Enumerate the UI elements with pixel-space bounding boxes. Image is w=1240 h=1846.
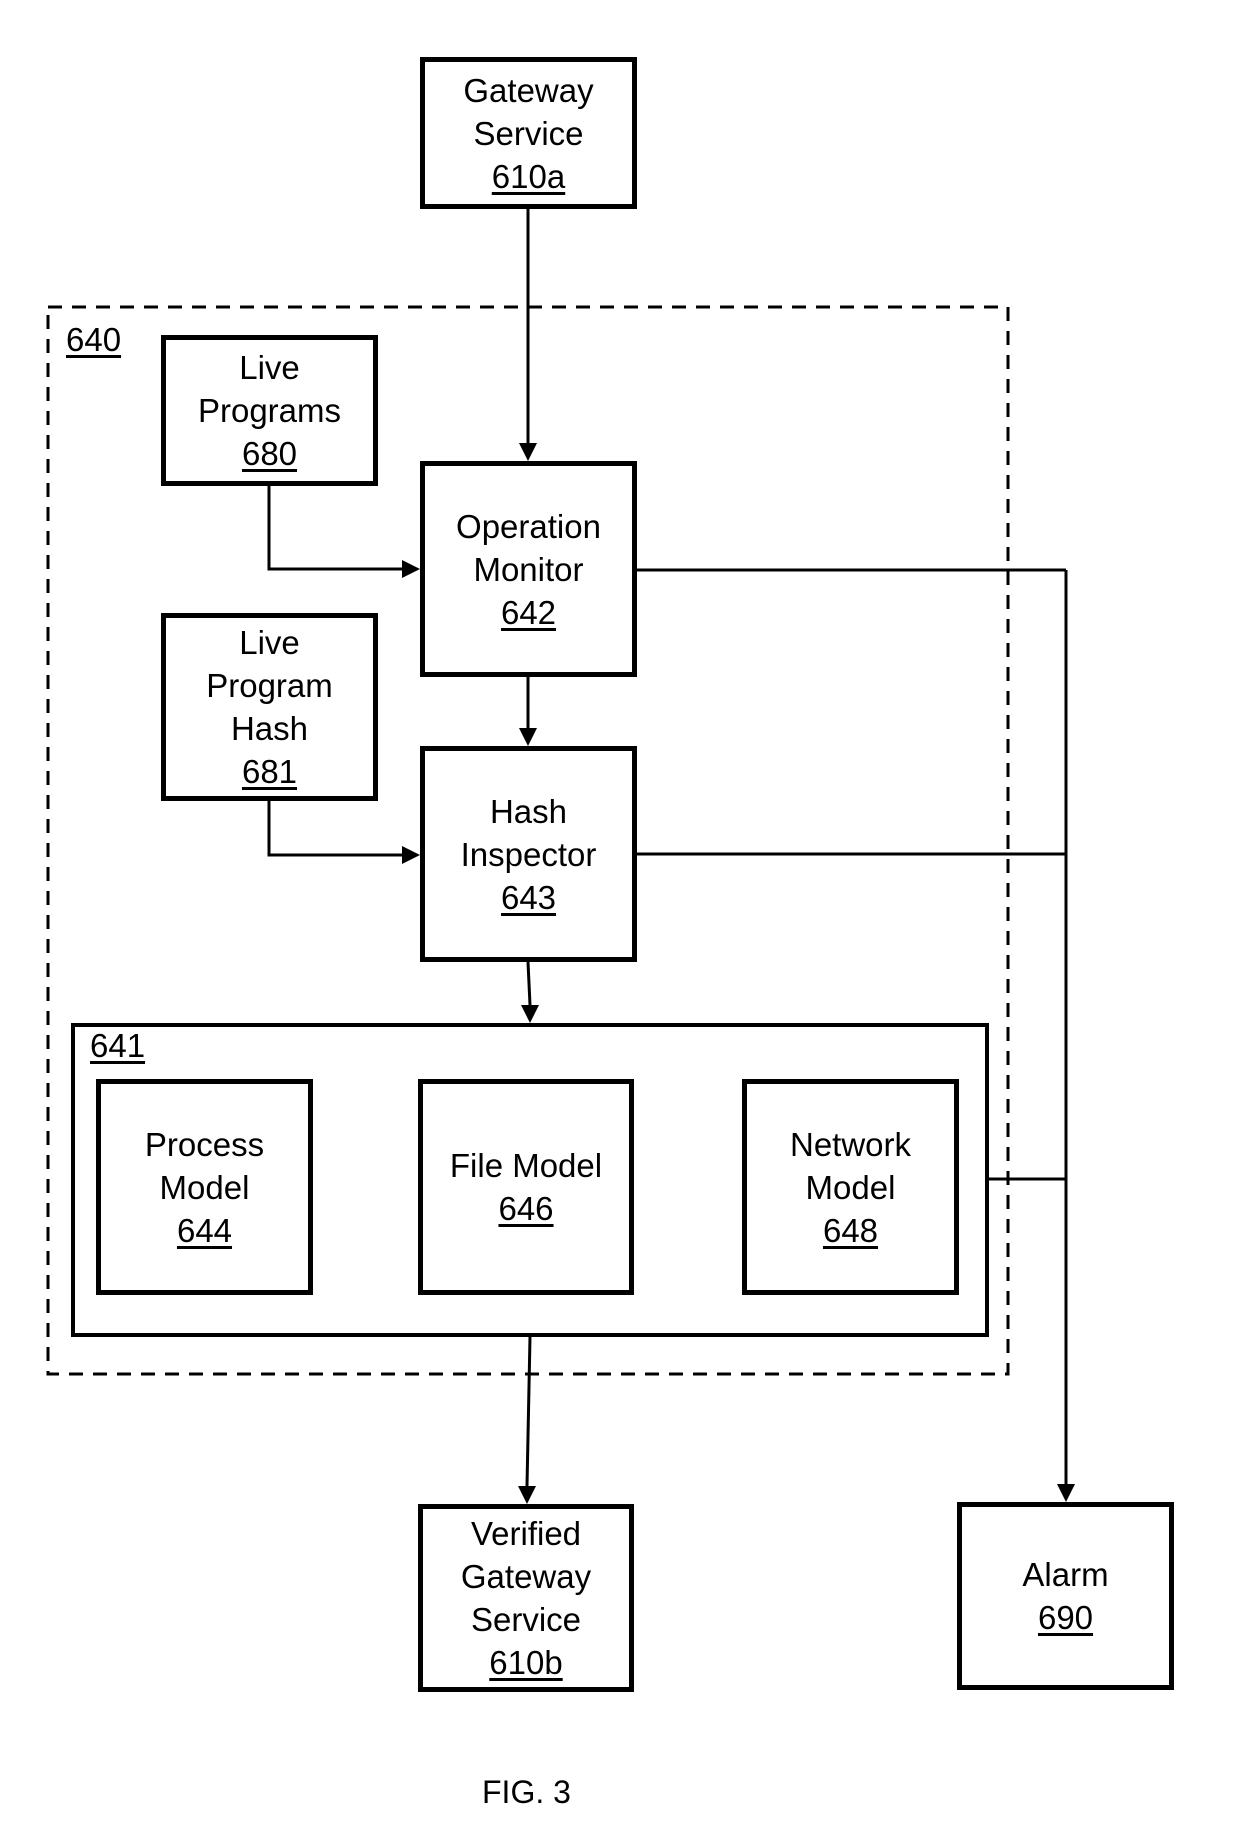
block-label-line: Service [470, 1601, 582, 1638]
block-ref-number: 610a [491, 157, 566, 195]
block-label-line: Operation [456, 507, 601, 545]
arrowhead-operation-monitor-left [402, 560, 420, 578]
alarm-block: Alarm 690 [957, 1502, 1174, 1690]
block-label-line: Network [789, 1125, 912, 1163]
arrowhead-models-top [521, 1005, 539, 1023]
figure-caption: FIG. 3 [482, 1774, 571, 1810]
operation-monitor-block: Operation Monitor 642 [420, 461, 637, 677]
arrowhead-hash-inspector-left [402, 846, 420, 864]
block-ref-number: 681 [241, 753, 298, 790]
block-ref-number: 646 [498, 1190, 554, 1227]
file-model-block: File Model 646 [418, 1079, 634, 1295]
arrowhead-alarm-top [1057, 1484, 1075, 1502]
arrowhead-hash-inspector-top [519, 728, 537, 746]
block-label-line: Alarm [1022, 1556, 1109, 1593]
arrow-models-to-verified-gateway [525, 1336, 532, 1487]
block-ref-number: 610b [489, 1644, 563, 1681]
block-label-line: Hash [489, 792, 568, 830]
block-label-line: Monitor [473, 550, 584, 588]
block-label-line: Live [239, 624, 300, 661]
arrow-live-program-hash-to-hash-inspector [267, 801, 402, 857]
arrow-live-programs-to-operation-monitor [267, 486, 402, 571]
arrow-hash-inspector-to-models [526, 961, 532, 1006]
block-label-line: Verified [470, 1515, 582, 1552]
arrowhead-operation-monitor-top [519, 443, 537, 461]
block-label-line: File Model [449, 1147, 603, 1184]
arrowhead-verified-gateway-top [518, 1486, 536, 1504]
block-label-line: Program [206, 667, 333, 704]
block-label-line: Service [473, 114, 584, 152]
verified-gateway-service-block: Verified Gateway Service 610b [418, 1504, 634, 1692]
gateway-service-block: Gateway Service 610a [420, 57, 637, 209]
network-model-block: Network Model 648 [742, 1079, 959, 1295]
block-ref-number: 680 [241, 435, 298, 472]
block-ref-number: 644 [176, 1211, 233, 1249]
block-label-line: Inspector [460, 835, 597, 873]
block-label-line: Model [159, 1168, 250, 1206]
hash-inspector-block: Hash Inspector 643 [420, 746, 637, 962]
block-ref-number: 648 [822, 1211, 879, 1249]
block-label-line: Model [805, 1168, 896, 1206]
system-640-label: 640 [66, 321, 122, 358]
block-label-line: Hash [230, 710, 309, 747]
models-641-label: 641 [90, 1027, 146, 1064]
block-label-line: Gateway [460, 1558, 592, 1595]
block-label-line: Gateway [463, 71, 594, 109]
block-label-line: Live [239, 349, 300, 386]
live-programs-block: Live Programs 680 [161, 335, 378, 486]
block-ref-number: 690 [1037, 1599, 1094, 1636]
block-label-line: Programs [197, 392, 342, 429]
process-model-block: Process Model 644 [96, 1079, 313, 1295]
block-ref-number: 643 [500, 878, 557, 916]
block-label-line: Process [144, 1125, 265, 1163]
live-program-hash-block: Live Program Hash 681 [161, 613, 378, 801]
block-ref-number: 642 [500, 593, 557, 631]
